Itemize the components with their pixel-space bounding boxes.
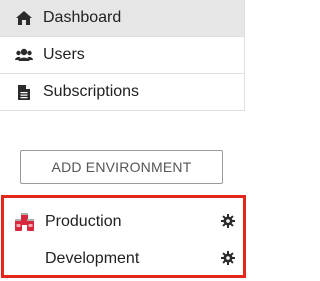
environment-item-production[interactable]: Production	[4, 203, 243, 240]
environment-label: Development	[45, 249, 140, 267]
environment-label: Production	[45, 212, 122, 230]
gear-icon[interactable]	[221, 214, 235, 228]
gear-icon[interactable]	[221, 251, 235, 265]
users-icon	[15, 47, 33, 63]
sidebar-item-dashboard[interactable]: Dashboard	[0, 0, 245, 37]
add-environment-button[interactable]: ADD ENVIRONMENT	[20, 150, 223, 184]
sidebar-item-label: Subscriptions	[43, 83, 140, 100]
sidebar-item-label: Users	[43, 46, 85, 63]
add-environment-wrapper: ADD ENVIRONMENT	[20, 150, 223, 184]
production-cans-icon	[14, 212, 36, 232]
home-icon	[15, 10, 33, 26]
file-icon	[15, 84, 33, 100]
sidebar-item-users[interactable]: Users	[0, 37, 245, 74]
sidebar-nav: Dashboard Users Subscriptions	[0, 0, 245, 111]
environment-item-development[interactable]: Development	[4, 240, 243, 277]
environments-highlight-box: Production Development	[1, 195, 246, 278]
sidebar-item-subscriptions[interactable]: Subscriptions	[0, 74, 245, 111]
sidebar-item-label: Dashboard	[43, 9, 122, 26]
